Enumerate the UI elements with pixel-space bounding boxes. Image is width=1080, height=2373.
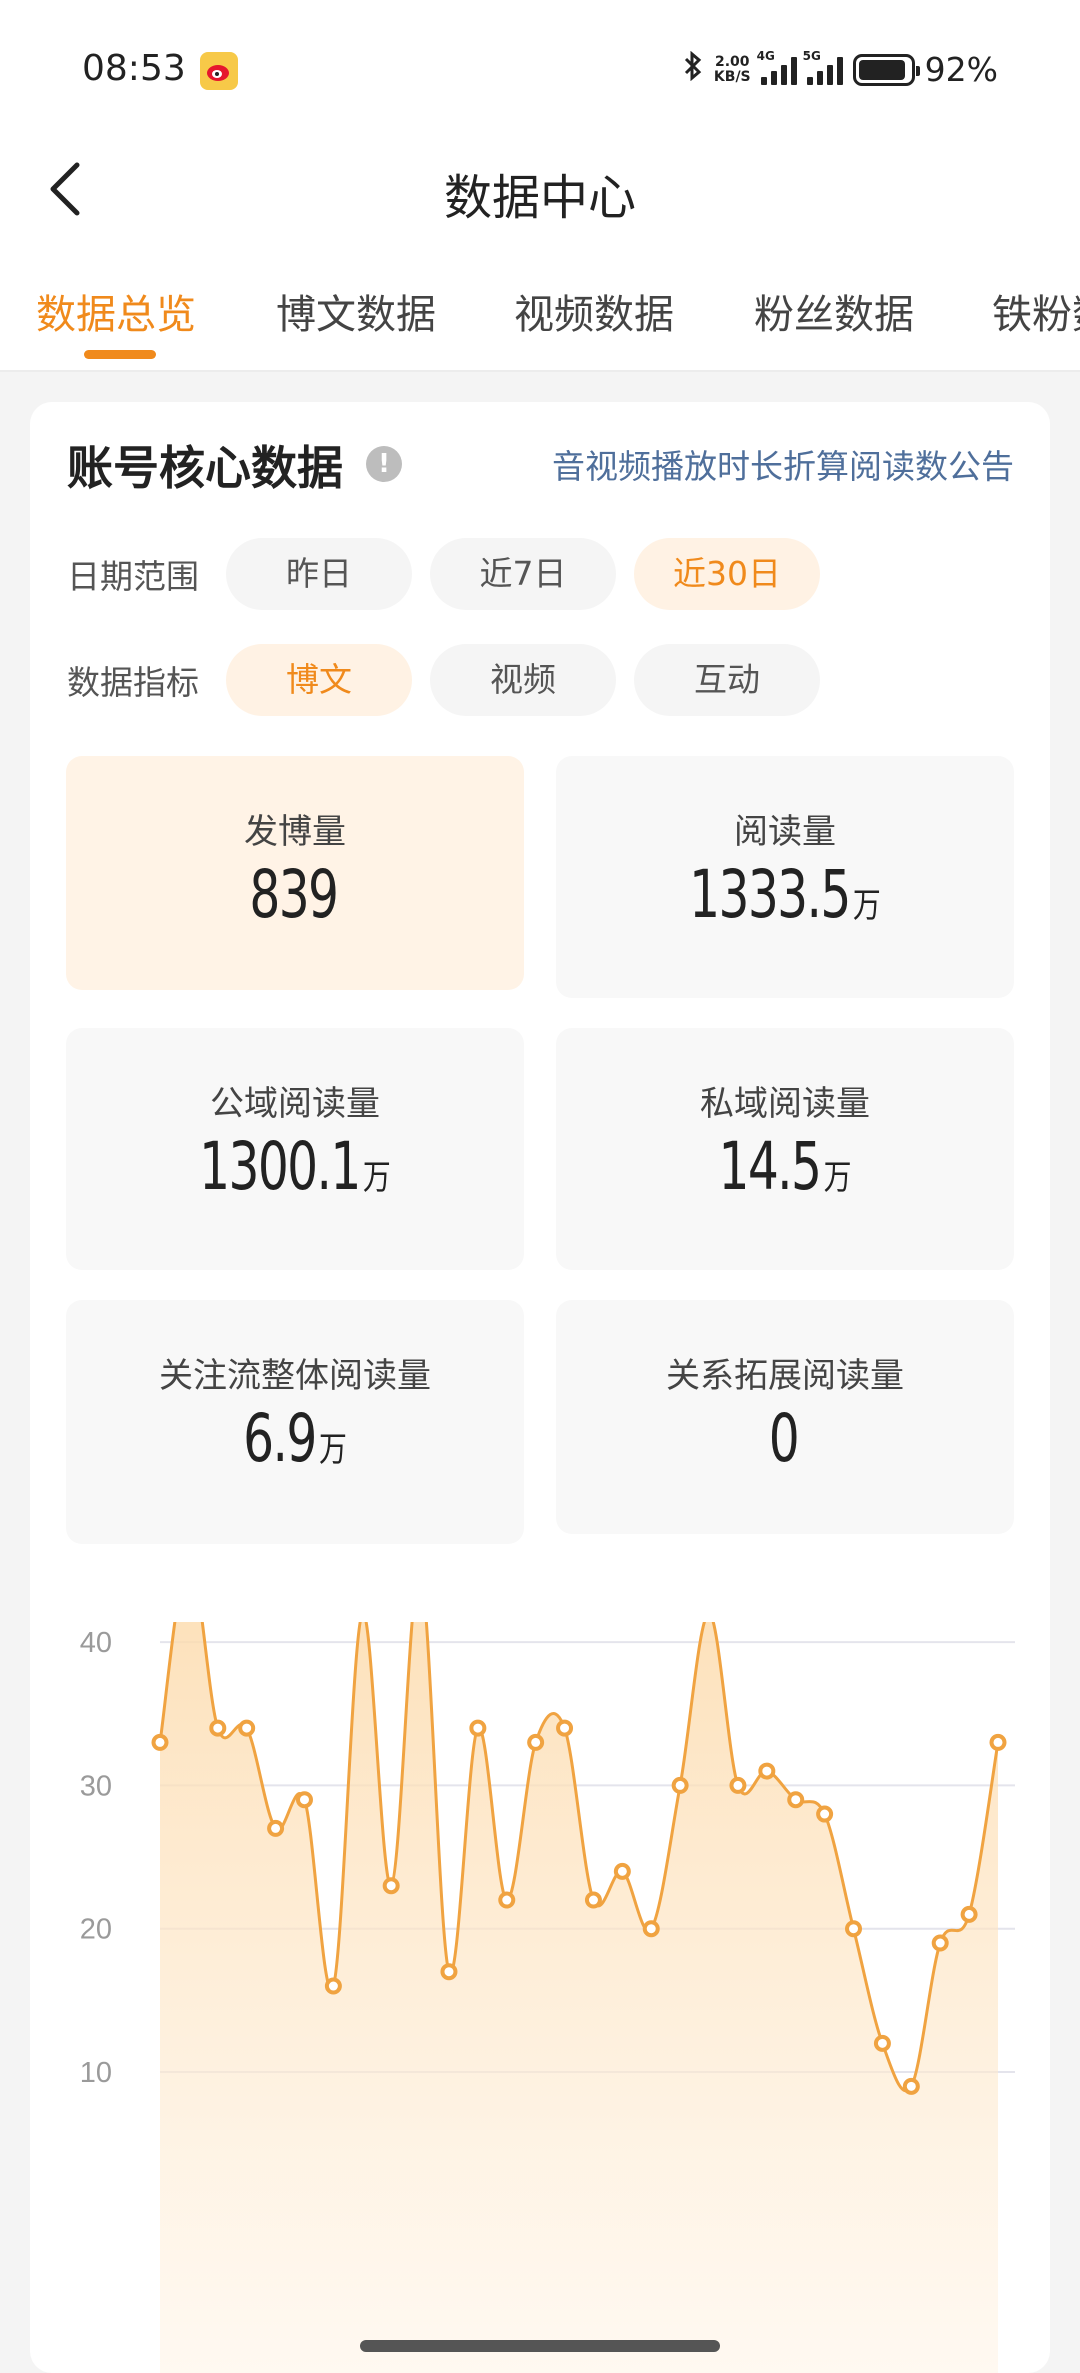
stat-label: 关系拓展阅读量 xyxy=(666,1356,904,1396)
trend-chart: 1020304050 xyxy=(80,1622,1015,2373)
metric-chip-interaction[interactable]: 互动 xyxy=(634,644,820,716)
tab-videos[interactable]: 视频数据 xyxy=(514,282,674,340)
stat-value: 1300.1万 xyxy=(199,1128,391,1205)
stat-reads[interactable]: 阅读量 1333.5万 xyxy=(556,756,1014,998)
data-point xyxy=(931,1934,949,1952)
data-point xyxy=(209,1719,227,1737)
data-point xyxy=(584,1891,602,1909)
signal-4g-icon: 4G xyxy=(757,49,797,85)
tab-bar: 数据总览 博文数据 视频数据 粉丝数据 铁粉数 xyxy=(0,236,1080,372)
data-point xyxy=(816,1805,834,1823)
page-title: 数据中心 xyxy=(443,170,636,226)
data-point xyxy=(960,1905,978,1923)
stat-label: 私域阅读量 xyxy=(700,1084,870,1124)
stat-value: 14.5万 xyxy=(718,1128,852,1205)
stat-value: 1333.5万 xyxy=(689,856,881,933)
network-speed: 2.00 KB/S xyxy=(713,53,751,85)
status-icons: 2.00 KB/S 4G 5G 92% xyxy=(682,49,998,89)
tab-iron-fans[interactable]: 铁粉数 xyxy=(992,282,1080,340)
data-point xyxy=(845,1920,863,1938)
nav-bar: 数据中心 xyxy=(0,140,1080,236)
data-point xyxy=(498,1891,516,1909)
tab-indicator xyxy=(84,350,156,359)
data-point xyxy=(151,1733,169,1751)
status-time: 08:53 xyxy=(82,48,186,89)
data-point xyxy=(527,1733,545,1751)
date-chip-7d[interactable]: 近7日 xyxy=(430,538,616,610)
tab-posts[interactable]: 博文数据 xyxy=(276,282,436,340)
data-point xyxy=(902,2077,920,2095)
stat-label: 公域阅读量 xyxy=(210,1084,380,1124)
data-point xyxy=(324,1977,342,1995)
y-tick-label: 10 xyxy=(80,2057,112,2089)
data-point xyxy=(671,1776,689,1794)
data-point xyxy=(238,1719,256,1737)
stat-following-feed-reads[interactable]: 关注流整体阅读量 6.9万 xyxy=(66,1300,524,1544)
stat-label: 发博量 xyxy=(244,812,346,852)
battery-percent: 92% xyxy=(924,50,998,89)
data-point xyxy=(613,1862,631,1880)
info-icon[interactable]: ! xyxy=(366,446,402,482)
data-point xyxy=(989,1733,1007,1751)
date-chip-30d[interactable]: 近30日 xyxy=(634,538,820,610)
metric-chip-posts[interactable]: 博文 xyxy=(226,644,412,716)
data-point xyxy=(729,1776,747,1794)
stat-value: 839 xyxy=(249,856,339,933)
data-point xyxy=(873,2034,891,2052)
date-chip-yesterday[interactable]: 昨日 xyxy=(226,538,412,610)
date-range-label: 日期范围 xyxy=(67,557,199,596)
data-point xyxy=(642,1920,660,1938)
stat-private-reads[interactable]: 私域阅读量 14.5万 xyxy=(556,1028,1014,1270)
metric-label: 数据指标 xyxy=(67,663,199,702)
stat-label: 阅读量 xyxy=(734,812,836,852)
stat-value: 0 xyxy=(768,1400,800,1477)
bluetooth-icon xyxy=(682,50,704,89)
status-bar: 08:53 2.00 KB/S 4G 5G 92% xyxy=(0,0,1080,140)
notice-link[interactable]: 音视频播放时长折算阅读数公告 xyxy=(552,440,1014,488)
data-point xyxy=(469,1719,487,1737)
y-tick-label: 20 xyxy=(80,1914,112,1946)
data-point xyxy=(758,1762,776,1780)
stat-post-count[interactable]: 发博量 839 xyxy=(66,756,524,990)
core-data-card: 账号核心数据 ! 音视频播放时长折算阅读数公告 日期范围 昨日 近7日 近30日… xyxy=(30,402,1050,2373)
data-point xyxy=(295,1791,313,1809)
battery-icon xyxy=(852,53,920,86)
stat-value: 6.9万 xyxy=(243,1400,347,1477)
metric-chip-video[interactable]: 视频 xyxy=(430,644,616,716)
data-point xyxy=(440,1963,458,1981)
data-point xyxy=(556,1719,574,1737)
data-point xyxy=(382,1877,400,1895)
data-point xyxy=(787,1791,805,1809)
series-area xyxy=(160,1622,998,2373)
weibo-app-icon xyxy=(200,52,238,90)
signal-5g-icon: 5G xyxy=(803,49,843,85)
stat-public-reads[interactable]: 公域阅读量 1300.1万 xyxy=(66,1028,524,1270)
data-point xyxy=(267,1819,285,1837)
y-tick-label: 30 xyxy=(80,1770,112,1802)
tab-overview[interactable]: 数据总览 xyxy=(36,282,196,340)
tab-fans[interactable]: 粉丝数据 xyxy=(754,282,914,340)
home-indicator xyxy=(360,2340,720,2352)
stat-relation-expansion-reads[interactable]: 关系拓展阅读量 0 xyxy=(556,1300,1014,1534)
stat-label: 关注流整体阅读量 xyxy=(159,1356,431,1396)
y-tick-label: 40 xyxy=(80,1627,112,1659)
card-title: 账号核心数据 xyxy=(67,441,343,495)
